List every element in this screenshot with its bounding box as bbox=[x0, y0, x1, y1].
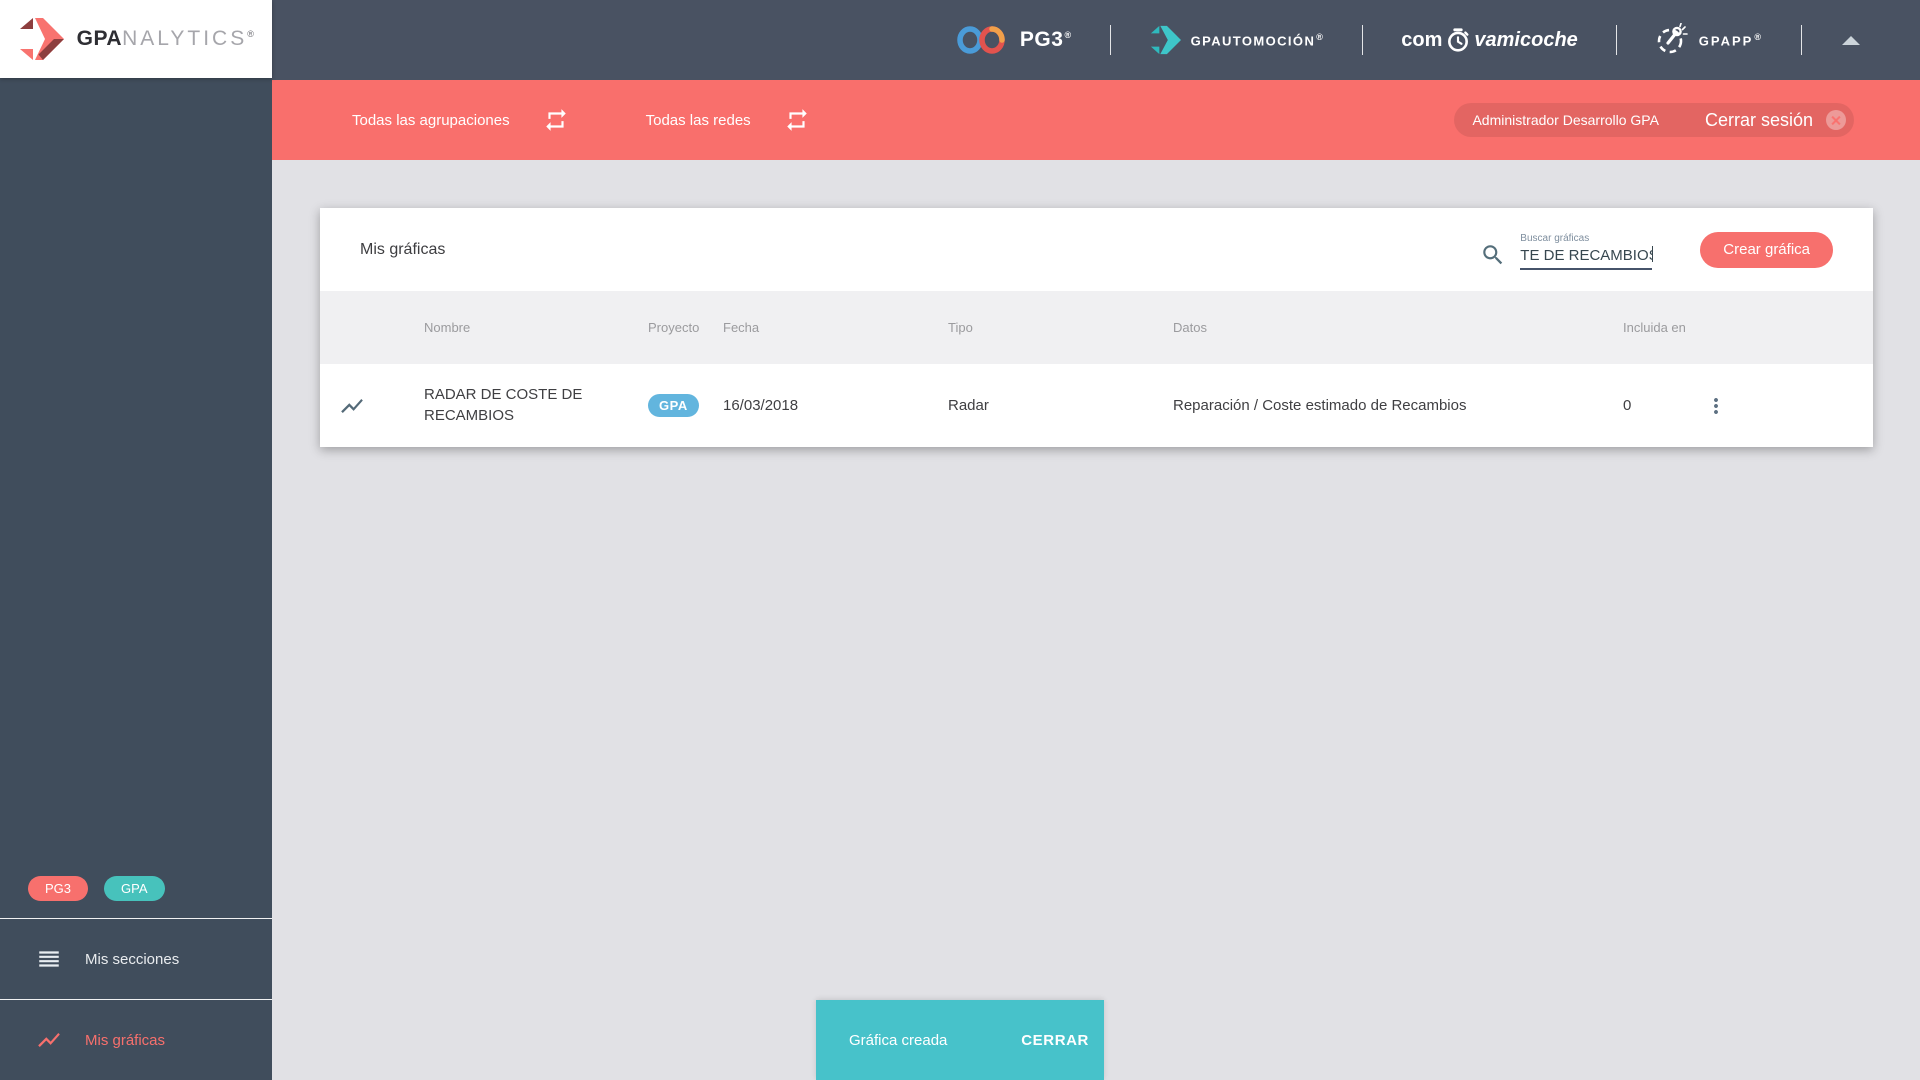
sidebar: PG3 GPA Mis secciones Mis gráficas bbox=[0, 78, 272, 1080]
swap-networks-icon[interactable] bbox=[784, 107, 810, 133]
search-input[interactable] bbox=[1520, 245, 1653, 270]
networks-filter[interactable]: Todas las redes bbox=[646, 112, 751, 129]
sidebar-item-label: Mis gráficas bbox=[85, 1031, 166, 1049]
chart-type: Radar bbox=[948, 397, 989, 414]
header-divider bbox=[1801, 25, 1802, 55]
gpautomocion-logo[interactable]: GPAUTOMOCIÓN® bbox=[1149, 25, 1325, 55]
logout-close-icon[interactable] bbox=[1826, 110, 1846, 130]
reorder-icon bbox=[39, 951, 59, 967]
gpautomocion-label: GPAUTOMOCIÓN® bbox=[1190, 31, 1325, 49]
included-in-count: 0 bbox=[1623, 397, 1632, 414]
comovamicoche-label-pre: com bbox=[1401, 28, 1443, 51]
chart-line-icon bbox=[38, 1032, 60, 1048]
sidebar-badge-pg3[interactable]: PG3 bbox=[28, 876, 89, 901]
app-header: PG3® GPAUTOMOCIÓN® com vamicoche GPAPP® bbox=[0, 0, 1920, 80]
gpautomocion-arrow-icon bbox=[1150, 25, 1181, 55]
gpapp-label: GPAPP® bbox=[1698, 31, 1763, 49]
sidebar-item-label: Mis secciones bbox=[85, 950, 180, 968]
chart-data-label: Reparación / Coste estimado de Recambios bbox=[1173, 397, 1467, 414]
column-header-nombre: Nombre bbox=[424, 319, 471, 335]
table-header: Nombre Proyecto Fecha Tipo Datos Incluid… bbox=[320, 291, 1873, 364]
pg3-infinity-icon bbox=[957, 26, 1005, 54]
gpanalytics-wordmark: GPANALYTICS® bbox=[76, 27, 255, 50]
gpanalytics-logo[interactable]: GPANALYTICS® bbox=[0, 0, 272, 78]
column-header-proyecto: Proyecto bbox=[648, 320, 700, 335]
project-badge: GPA bbox=[648, 394, 699, 417]
sidebar-item-mis-secciones[interactable]: Mis secciones bbox=[0, 919, 272, 999]
groupings-filter[interactable]: Todas las agrupaciones bbox=[352, 112, 510, 129]
column-header-incluida-en: Incluida en bbox=[1623, 320, 1686, 335]
text-caret bbox=[1651, 246, 1654, 262]
swap-groupings-icon[interactable] bbox=[543, 107, 569, 133]
header-divider bbox=[1109, 25, 1111, 55]
sidebar-badges: PG3 GPA bbox=[0, 876, 272, 918]
search-field: Buscar gráficas bbox=[1520, 233, 1654, 270]
create-chart-button[interactable]: Crear gráfica bbox=[1700, 231, 1833, 268]
user-name: Administrador Desarrollo GPA bbox=[1472, 112, 1659, 128]
my-charts-card: Mis gráficas Buscar gráficas Crear gráfi… bbox=[320, 208, 1873, 447]
pg3-logo[interactable]: PG3® bbox=[956, 24, 1072, 56]
column-header-datos: Datos bbox=[1173, 320, 1207, 335]
table-row[interactable]: RADAR DE COSTE DE RECAMBIOS GPA 16/03/20… bbox=[320, 364, 1873, 447]
snackbar-message: Gráfica creada bbox=[849, 1031, 948, 1049]
chart-date: 16/03/2018 bbox=[723, 397, 799, 414]
collapse-header-arrow-icon[interactable] bbox=[1842, 35, 1860, 45]
comovamicoche-label-post: vamicoche bbox=[1474, 28, 1578, 51]
gpanalytics-arrow-icon bbox=[19, 18, 64, 60]
page-title: Mis gráficas bbox=[360, 240, 446, 258]
column-header-tipo: Tipo bbox=[948, 320, 973, 335]
search-field-label: Buscar gráficas bbox=[1520, 233, 1590, 244]
chart-line-icon bbox=[341, 398, 363, 413]
search-icon[interactable] bbox=[1480, 242, 1506, 268]
snackbar-close-button[interactable]: CERRAR bbox=[1021, 1032, 1089, 1049]
sidebar-item-mis-graficas[interactable]: Mis gráficas bbox=[0, 1000, 272, 1080]
sidebar-badge-gpa[interactable]: GPA bbox=[104, 876, 165, 901]
card-header: Mis gráficas Buscar gráficas Crear gráfi… bbox=[320, 208, 1873, 291]
chart-name: RADAR DE COSTE DE RECAMBIOS bbox=[424, 386, 583, 424]
header-divider bbox=[1615, 25, 1617, 55]
comovamicoche-logo[interactable]: com vamicoche bbox=[1401, 27, 1578, 53]
column-header-fecha: Fecha bbox=[723, 320, 760, 335]
filter-bar: Todas las agrupaciones Todas las redes A… bbox=[272, 80, 1920, 160]
row-menu-kebab-icon[interactable] bbox=[1704, 394, 1728, 418]
logout-button[interactable]: Cerrar sesión bbox=[1705, 110, 1813, 131]
gpapp-wrench-icon bbox=[1657, 23, 1688, 54]
gpapp-logo[interactable]: GPAPP® bbox=[1655, 23, 1763, 57]
pg3-label: PG3® bbox=[1019, 28, 1072, 51]
header-divider bbox=[1362, 25, 1364, 55]
snackbar: Gráfica creada CERRAR bbox=[816, 1000, 1104, 1080]
clock-icon bbox=[1448, 28, 1469, 52]
user-session-pill: Administrador Desarrollo GPA Cerrar sesi… bbox=[1454, 103, 1854, 137]
